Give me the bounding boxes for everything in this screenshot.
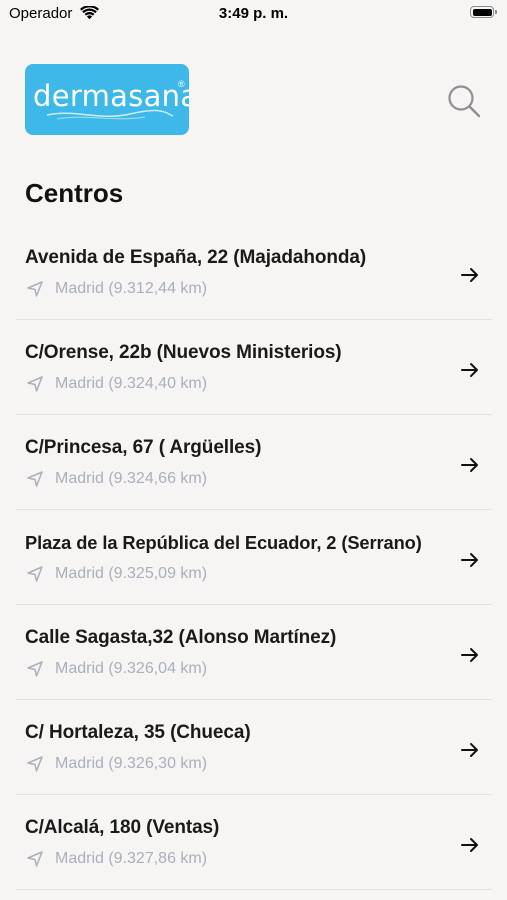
list-item[interactable]: C/ Hortaleza, 35 (Chueca) Madrid (9.326,… [0, 700, 507, 795]
center-name: Calle Sagasta,32 (Alonso Martínez) [25, 627, 337, 648]
center-name: C/Orense, 22b (Nuevos Ministerios) [25, 342, 342, 363]
center-name: C/Princesa, 67 ( Argüelles) [25, 437, 262, 458]
registered-mark: ® [178, 79, 185, 89]
list-item[interactable]: Avenida de España, 22 (Majadahonda) Madr… [0, 225, 507, 320]
arrow-right-icon[interactable] [458, 643, 482, 667]
battery-icon [470, 6, 498, 20]
center-city: Madrid (9.326,30 km) [55, 755, 208, 772]
location-arrow-icon [27, 281, 43, 297]
list-item[interactable]: Calle Sagasta,32 (Alonso Martínez) Madri… [0, 605, 507, 700]
center-city: Madrid (9.324,40 km) [55, 375, 208, 392]
location-arrow-icon [27, 376, 43, 392]
location-arrow-icon [27, 661, 43, 677]
center-name: C/Alcalá, 180 (Ventas) [25, 817, 220, 838]
search-button[interactable] [446, 83, 482, 119]
location-arrow-icon [27, 471, 43, 487]
list-item[interactable]: C/Orense, 22b (Nuevos Ministerios) Madri… [0, 320, 507, 415]
location-arrow-icon [27, 756, 43, 772]
arrow-right-icon[interactable] [458, 453, 482, 477]
list-item[interactable]: C/Princesa, 67 ( Argüelles) Madrid (9.32… [0, 415, 507, 510]
location-arrow-icon [27, 851, 43, 867]
arrow-right-icon[interactable] [458, 263, 482, 287]
list-item[interactable]: Plaza de la República del Ecuador, 2 (Se… [0, 510, 507, 605]
arrow-right-icon[interactable] [458, 358, 482, 382]
location-arrow-icon [27, 566, 43, 582]
center-city: Madrid (9.327,86 km) [55, 850, 208, 867]
centers-list: Avenida de España, 22 (Majadahonda) Madr… [0, 225, 507, 890]
brand-logo: dermasana ® [25, 64, 189, 135]
list-item[interactable]: C/Alcalá, 180 (Ventas) Madrid (9.327,86 … [0, 795, 507, 890]
logo-wave-icon [46, 109, 174, 120]
search-icon [448, 85, 481, 118]
status-bar: Operador 3:49 p. m. [0, 0, 507, 30]
arrow-right-icon[interactable] [458, 548, 482, 572]
center-city: Madrid (9.326,04 km) [55, 660, 208, 677]
center-name: C/ Hortaleza, 35 (Chueca) [25, 722, 251, 743]
divider [16, 889, 492, 890]
clock: 3:49 p. m. [218, 5, 289, 22]
center-city: Madrid (9.324,66 km) [55, 470, 208, 487]
center-name: Plaza de la República del Ecuador, 2 (Se… [25, 532, 422, 553]
arrow-right-icon[interactable] [458, 738, 482, 762]
center-city: Madrid (9.325,09 km) [55, 565, 208, 582]
arrow-right-icon[interactable] [458, 833, 482, 857]
center-name: Avenida de España, 22 (Majadahonda) [25, 247, 367, 268]
page-title: Centros [25, 178, 124, 208]
center-city: Madrid (9.312,44 km) [55, 280, 208, 297]
